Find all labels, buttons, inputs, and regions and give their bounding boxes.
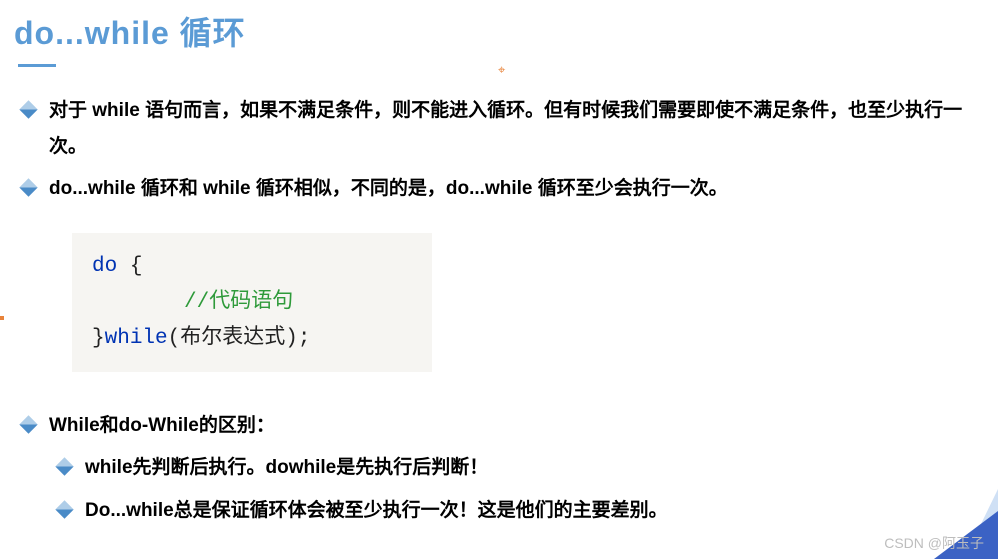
diamond-bullet-icon xyxy=(19,178,37,196)
code-line: do { xyxy=(92,249,412,285)
bullet-text: do...while 循环和 while 循环相似，不同的是，do...whil… xyxy=(49,171,984,207)
page-title: do...while 循环 xyxy=(0,0,998,54)
bullet-text: Do...while总是保证循环体会被至少执行一次！这是他们的主要差别。 xyxy=(85,493,984,529)
bullet-item: While和do-While的区别： xyxy=(22,408,984,444)
bullet-item-sub: Do...while总是保证循环体会被至少执行一次！这是他们的主要差别。 xyxy=(58,493,984,529)
code-text: { xyxy=(117,255,142,278)
diamond-bullet-icon xyxy=(55,458,73,476)
diamond-bullet-icon xyxy=(55,500,73,518)
bullet-text: 对于 while 语句而言，如果不满足条件，则不能进入循环。但有时候我们需要即使… xyxy=(49,93,984,165)
bullet-item: do...while 循环和 while 循环相似，不同的是，do...whil… xyxy=(22,171,984,207)
code-block: do { //代码语句 }while(布尔表达式); xyxy=(72,233,432,372)
code-comment: //代码语句 xyxy=(184,291,293,314)
code-text: (布尔表达式); xyxy=(168,327,311,350)
code-line: //代码语句 xyxy=(92,285,412,321)
code-text: } xyxy=(92,327,105,350)
anchor-icon: ⌖ xyxy=(498,62,505,78)
content-area: 对于 while 语句而言，如果不满足条件，则不能进入循环。但有时候我们需要即使… xyxy=(0,67,998,529)
bullet-item: 对于 while 语句而言，如果不满足条件，则不能进入循环。但有时候我们需要即使… xyxy=(22,93,984,165)
diamond-bullet-icon xyxy=(19,100,37,118)
code-keyword: while xyxy=(105,327,168,350)
code-keyword: do xyxy=(92,255,117,278)
bullet-text: While和do-While的区别： xyxy=(49,408,984,444)
bullet-text: while先判断后执行。dowhile是先执行后判断！ xyxy=(85,450,984,486)
watermark: CSDN @阿玉子 xyxy=(884,533,984,553)
code-line: }while(布尔表达式); xyxy=(92,321,412,357)
diamond-bullet-icon xyxy=(19,416,37,434)
left-edge-marker xyxy=(0,316,4,320)
bullet-item-sub: while先判断后执行。dowhile是先执行后判断！ xyxy=(58,450,984,486)
